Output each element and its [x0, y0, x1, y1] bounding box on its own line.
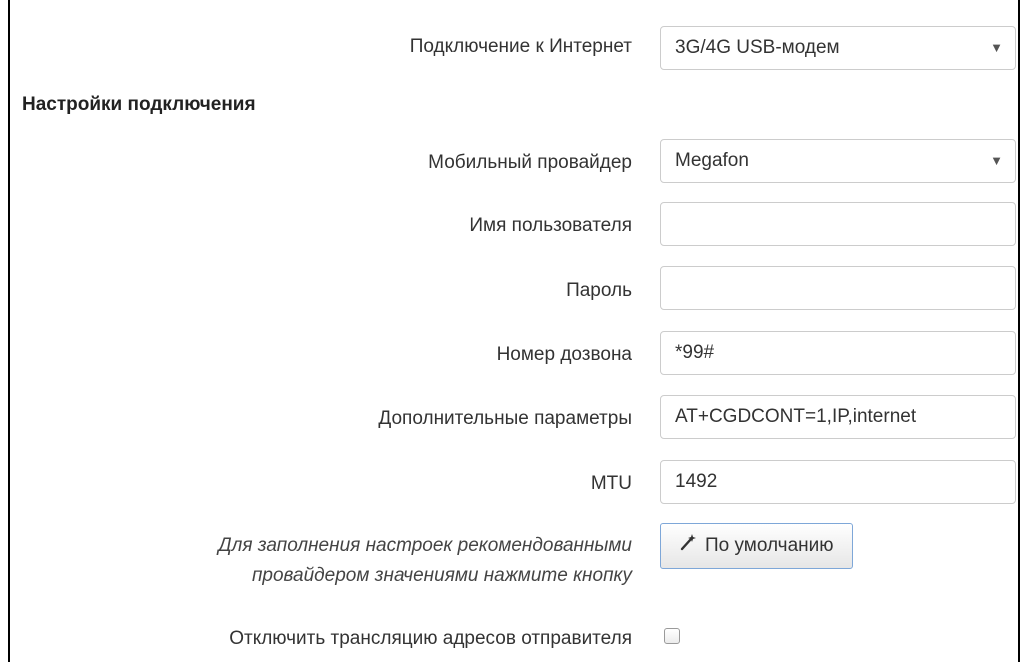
chevron-down-icon: ▼	[990, 153, 1003, 168]
chevron-down-icon: ▼	[990, 40, 1003, 55]
nat-checkbox[interactable]	[664, 628, 680, 644]
dial-number-label: Номер дозвона	[496, 344, 632, 365]
nat-label: Отключить трансляцию адресов отправителя	[229, 628, 632, 649]
magic-wand-icon	[679, 524, 697, 568]
defaults-button[interactable]: По умолчанию	[660, 523, 853, 569]
defaults-hint-line1: Для заполнения настроек рекомендованными	[218, 535, 632, 556]
provider-select[interactable]: Megafon ▼	[660, 139, 1016, 183]
extra-params-label: Дополнительные параметры	[378, 408, 632, 429]
username-input[interactable]	[660, 202, 1016, 246]
dial-number-input[interactable]	[660, 331, 1016, 375]
extra-params-input[interactable]	[660, 395, 1016, 439]
password-label: Пароль	[566, 280, 632, 301]
mtu-input[interactable]	[660, 460, 1016, 504]
provider-value: Megafon	[675, 150, 749, 171]
defaults-hint: Для заполнения настроек рекомендованными…	[72, 531, 632, 591]
defaults-hint-line2: провайдером значениями нажмите кнопку	[251, 565, 632, 586]
section-title: Настройки подключения	[22, 94, 256, 115]
internet-connection-value: 3G/4G USB-модем	[675, 37, 840, 58]
internet-connection-label: Подключение к Интернет	[409, 36, 632, 57]
username-label: Имя пользователя	[469, 215, 632, 236]
internet-connection-select[interactable]: 3G/4G USB-модем ▼	[660, 26, 1016, 70]
password-input[interactable]	[660, 266, 1016, 310]
mtu-label: MTU	[590, 473, 632, 494]
defaults-button-label: По умолчанию	[705, 535, 834, 556]
provider-label: Мобильный провайдер	[428, 152, 632, 173]
